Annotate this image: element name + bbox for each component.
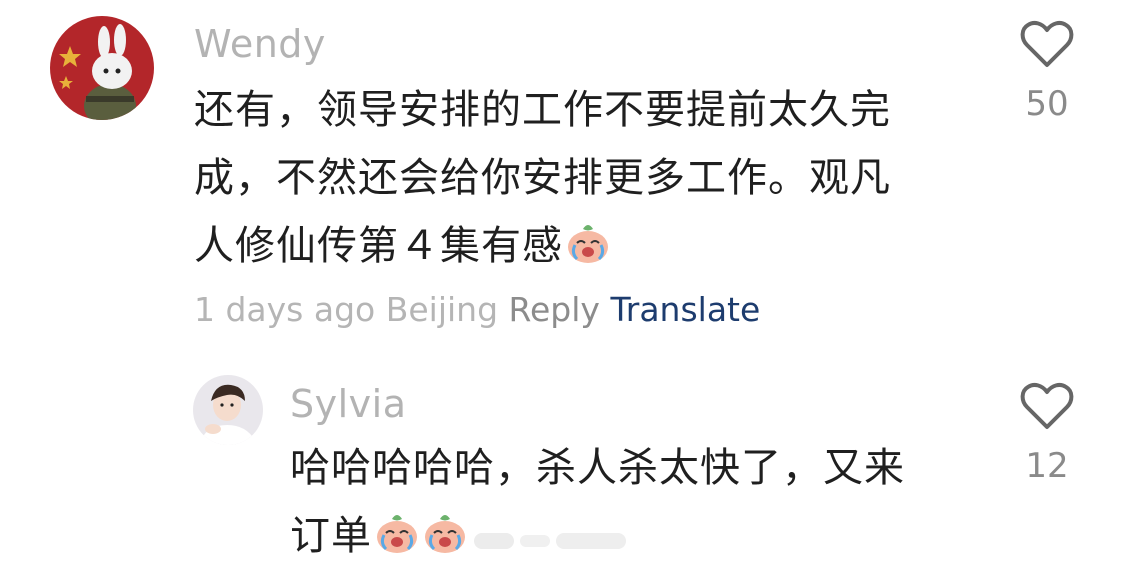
comment-author[interactable]: Wendy [194,22,326,66]
translate-button[interactable]: Translate [610,290,760,329]
avatar[interactable] [193,375,263,445]
comment-text-line: 还有，领导安排的工作不要提前太久完 [194,87,891,133]
comment-location: Beijing [385,290,499,329]
crying-peach-emoji-icon [568,225,608,263]
reply-button[interactable]: Reply [509,290,600,329]
crying-peach-emoji-icon [425,515,465,553]
rabbit-avatar-icon [50,16,154,120]
like-count: 12 [1025,446,1069,486]
avatar[interactable] [50,16,154,120]
watermark-icon [474,533,626,549]
comment-text-line-content: 订单 [290,513,372,559]
comment-text: 哈哈哈哈哈，杀人杀太快了，又来 订单 [290,434,970,570]
comment-text: 还有，领导安排的工作不要提前太久完 成，不然还会给你安排更多工作。观凡 人修仙传… [194,76,954,280]
heart-icon [1020,382,1074,429]
comment-author[interactable]: Sylvia [290,382,407,426]
comment-meta: 1 days ago Beijing Reply Translate [194,290,760,329]
comment-text-line-content: 人修仙传第４集有感 [194,223,563,269]
crying-peach-emoji-icon [377,515,417,553]
person-avatar-icon [193,375,263,445]
comment-text-line: 哈哈哈哈哈，杀人杀太快了，又来 [290,445,905,491]
comment-time: 1 days ago [194,290,376,329]
heart-icon [1020,20,1074,67]
comment-text-line: 人修仙传第４集有感 [194,212,954,280]
comment-text-line: 成，不然还会给你安排更多工作。观凡 [194,155,891,201]
like-button[interactable]: 50 [1017,20,1077,124]
like-count: 50 [1025,84,1069,124]
comment-text-line: 订单 [290,502,970,570]
like-button[interactable]: 12 [1017,382,1077,486]
